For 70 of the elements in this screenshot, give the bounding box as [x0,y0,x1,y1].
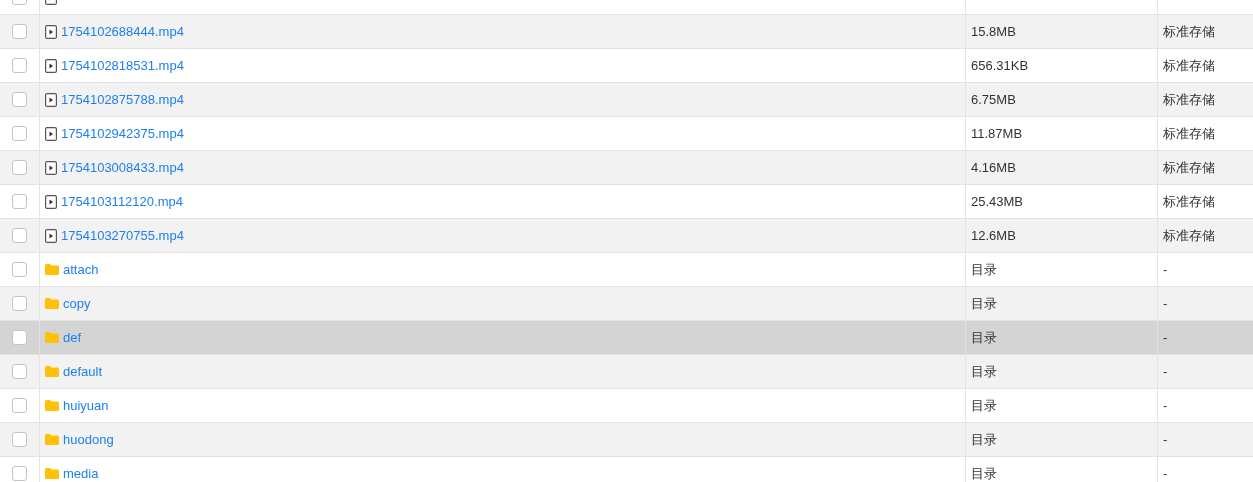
row-checkbox[interactable] [12,364,27,379]
folder-icon [45,366,59,377]
storage-class: - [1163,262,1168,277]
file-link[interactable]: 1754103270755.mp4 [61,228,184,243]
storage-class: - [1163,432,1168,447]
video-file-icon [45,194,57,209]
video-file-icon [45,58,57,73]
row-checkbox[interactable] [12,330,27,345]
row-checkbox[interactable] [12,160,27,175]
storage-class: 标准存储 [1163,124,1215,143]
file-link[interactable]: 1754102875788.mp4 [61,92,184,107]
storage-class: 标准存储 [1163,226,1215,245]
file-size: 4.16MB [971,160,1016,175]
folder-icon [45,434,59,445]
video-file-icon [45,160,57,175]
storage-class: - [1163,296,1168,311]
file-size: 目录 [971,328,997,347]
storage-class: - [1163,364,1168,379]
folder-link[interactable]: copy [63,296,91,311]
storage-class: - [1163,466,1168,481]
file-size: 25.43MB [971,194,1024,209]
folder-icon [45,468,59,479]
file-link[interactable]: 1754102942375.mp4 [61,126,184,141]
file-size: 目录 [971,260,997,279]
file-size: 目录 [971,464,997,482]
row-checkbox[interactable] [12,92,27,107]
row-checkbox[interactable] [12,296,27,311]
file-size: 目录 [971,430,997,449]
row-checkbox[interactable] [12,24,27,39]
file-size: 目录 [971,294,997,313]
video-file-icon [45,228,57,243]
row-checkbox[interactable] [12,126,27,141]
row-checkbox[interactable] [12,228,27,243]
folder-link[interactable]: def [63,330,82,345]
file-link[interactable]: 1754103112120.mp4 [61,194,183,209]
folder-link[interactable]: attach [63,262,99,277]
folder-link[interactable]: media [63,466,99,481]
folder-icon [45,332,59,343]
storage-class: 标准存储 [1163,90,1215,109]
folder-link[interactable]: huodong [63,432,114,447]
file-size: 6.75MB [971,92,1016,107]
video-file-icon [45,24,57,39]
file-size: 目录 [971,396,997,415]
file-link[interactable]: 1754102688444.mp4 [61,24,184,39]
file-size: 15.8MB [971,24,1016,39]
file-link[interactable]: 1754103008433.mp4 [61,160,184,175]
storage-class: - [1163,398,1168,413]
video-file-icon [45,92,57,107]
storage-class: 标准存储 [1163,56,1215,75]
row-checkbox[interactable] [12,466,27,481]
row-checkbox[interactable] [12,432,27,447]
folder-icon [45,400,59,411]
storage-class: 标准存储 [1163,192,1215,211]
storage-class: 标准存储 [1163,158,1215,177]
row-checkbox[interactable] [12,58,27,73]
folder-link[interactable]: huiyuan [63,398,109,413]
file-size: 11.87MB [971,126,1023,141]
row-checkbox[interactable] [12,262,27,277]
row-checkbox[interactable] [12,194,27,209]
storage-class: 标准存储 [1163,22,1215,41]
folder-link[interactable]: default [63,364,103,379]
file-link[interactable]: 1754102818531.mp4 [61,58,184,73]
file-size: 目录 [971,362,997,381]
row-checkbox[interactable] [12,398,27,413]
video-file-icon [45,126,57,141]
folder-icon [45,298,59,309]
file-size: 656.31KB [971,58,1029,73]
folder-icon [45,264,59,275]
storage-class: - [1163,330,1168,345]
file-size: 12.6MB [971,228,1016,243]
